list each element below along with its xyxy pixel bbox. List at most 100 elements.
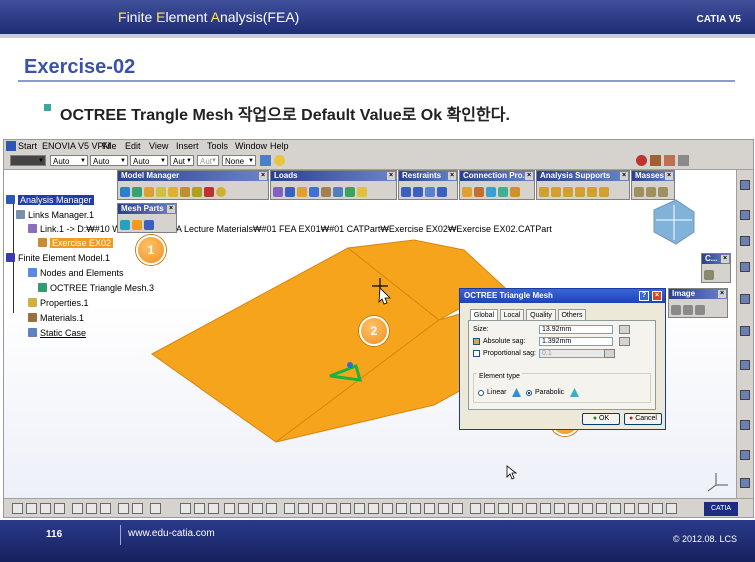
formula-icon[interactable] — [180, 503, 191, 514]
close-icon[interactable]: × — [448, 172, 456, 180]
zoom-out-icon[interactable] — [354, 503, 365, 514]
tree-link[interactable]: Link.1 -> D:₩#10 W — [28, 224, 121, 234]
proportional-sag-spinner-icon[interactable] — [604, 349, 615, 358]
tree-nodes-elements[interactable]: Nodes and Elements — [28, 268, 124, 278]
tab-local[interactable]: Local — [500, 309, 524, 320]
tool-icon[interactable] — [740, 262, 750, 272]
tool-icon[interactable] — [484, 503, 495, 514]
catalog-icon[interactable] — [224, 503, 235, 514]
close-icon[interactable]: × — [652, 291, 662, 301]
lock-icon[interactable] — [208, 503, 219, 514]
tool-icon[interactable] — [634, 187, 644, 197]
tool-icon[interactable] — [740, 478, 750, 488]
tool-icon[interactable] — [204, 187, 214, 197]
tool-icon[interactable] — [437, 187, 447, 197]
tool-icon[interactable] — [474, 187, 484, 197]
tool-icon[interactable] — [610, 503, 621, 514]
tool-icon[interactable] — [452, 503, 463, 514]
zoom-in-icon[interactable] — [340, 503, 351, 514]
multi-view-icon[interactable] — [382, 503, 393, 514]
tool-icon[interactable] — [285, 187, 295, 197]
tool-icon[interactable] — [156, 187, 166, 197]
tool-icon[interactable] — [658, 187, 668, 197]
tool-icon[interactable] — [462, 187, 472, 197]
cancel-button[interactable]: ● Cancel — [624, 413, 662, 425]
tool-icon[interactable] — [740, 180, 750, 190]
tool-icon[interactable] — [740, 420, 750, 430]
fit-all-icon[interactable] — [298, 503, 309, 514]
beam-mesher-icon[interactable] — [144, 220, 154, 230]
close-icon[interactable]: × — [259, 172, 267, 180]
octree-tetrahedron-mesher-icon[interactable] — [120, 220, 130, 230]
footer-url[interactable]: www.edu-catia.com — [128, 528, 215, 539]
tool-icon[interactable] — [168, 187, 178, 197]
iso-view-icon[interactable] — [396, 503, 407, 514]
whats-this-icon[interactable] — [150, 503, 161, 514]
comment-icon[interactable] — [194, 503, 205, 514]
tree-analysis-manager[interactable]: Analysis Manager — [6, 195, 94, 205]
close-icon[interactable]: × — [387, 172, 395, 180]
tool-icon[interactable] — [554, 503, 565, 514]
print-icon[interactable] — [54, 503, 65, 514]
tool-icon[interactable] — [144, 187, 154, 197]
undo-icon[interactable] — [118, 503, 129, 514]
tree-fem[interactable]: Finite Element Model.1 — [6, 253, 110, 263]
tool-icon[interactable] — [238, 503, 249, 514]
tab-quality[interactable]: Quality — [526, 309, 556, 320]
tool-icon[interactable] — [740, 236, 750, 246]
tool-icon[interactable] — [582, 503, 593, 514]
tool-icon[interactable] — [539, 187, 549, 197]
tool-icon[interactable] — [120, 187, 130, 197]
tool-icon[interactable] — [740, 360, 750, 370]
copy-icon[interactable] — [86, 503, 97, 514]
close-icon[interactable]: × — [620, 172, 628, 180]
tool-icon[interactable] — [646, 187, 656, 197]
tool-icon[interactable] — [671, 305, 681, 315]
tool-icon[interactable] — [740, 326, 750, 336]
tool-icon[interactable] — [486, 187, 496, 197]
size-input[interactable]: 13.92mm — [539, 325, 613, 334]
tool-icon[interactable] — [512, 503, 523, 514]
close-icon[interactable]: × — [525, 172, 533, 180]
tool-icon[interactable] — [740, 390, 750, 400]
tool-icon[interactable] — [568, 503, 579, 514]
linear-radio[interactable] — [478, 390, 484, 396]
tool-icon[interactable] — [357, 187, 367, 197]
proportional-sag-input[interactable]: 0.1 — [539, 349, 613, 358]
tool-icon[interactable] — [252, 503, 263, 514]
tool-icon[interactable] — [192, 187, 202, 197]
tree-part[interactable]: Exercise EX02 — [38, 238, 114, 248]
close-icon[interactable]: × — [167, 205, 175, 213]
help-icon[interactable]: ? — [639, 291, 649, 301]
tree-materials[interactable]: Materials.1 — [28, 313, 84, 323]
tool-icon[interactable] — [333, 187, 343, 197]
rotate-icon[interactable] — [326, 503, 337, 514]
tool-icon[interactable] — [425, 187, 435, 197]
tool-icon[interactable] — [666, 503, 677, 514]
tool-icon[interactable] — [587, 187, 597, 197]
tool-icon[interactable] — [638, 503, 649, 514]
tool-icon[interactable] — [309, 187, 319, 197]
tool-icon[interactable] — [526, 503, 537, 514]
ok-button[interactable]: ● OK — [582, 413, 620, 425]
save-icon[interactable] — [40, 503, 51, 514]
tree-octree-mesh[interactable]: OCTREE Triangle Mesh.3 — [38, 283, 154, 293]
redo-icon[interactable] — [132, 503, 143, 514]
tool-icon[interactable] — [704, 270, 714, 280]
close-icon[interactable]: × — [718, 290, 726, 298]
normal-view-icon[interactable] — [368, 503, 379, 514]
tab-global[interactable]: Global — [470, 309, 498, 320]
tool-icon[interactable] — [596, 503, 607, 514]
tool-icon[interactable] — [551, 187, 561, 197]
tool-icon[interactable] — [563, 187, 573, 197]
tool-icon[interactable] — [599, 187, 609, 197]
absolute-sag-spinner-icon[interactable] — [619, 337, 630, 346]
tool-icon[interactable] — [297, 187, 307, 197]
tool-icon[interactable] — [510, 187, 520, 197]
tool-icon[interactable] — [740, 210, 750, 220]
tool-icon[interactable] — [470, 503, 481, 514]
proportional-sag-checkbox[interactable] — [473, 350, 480, 357]
tool-icon[interactable] — [180, 187, 190, 197]
tool-icon[interactable] — [695, 305, 705, 315]
tab-others[interactable]: Others — [558, 309, 586, 320]
